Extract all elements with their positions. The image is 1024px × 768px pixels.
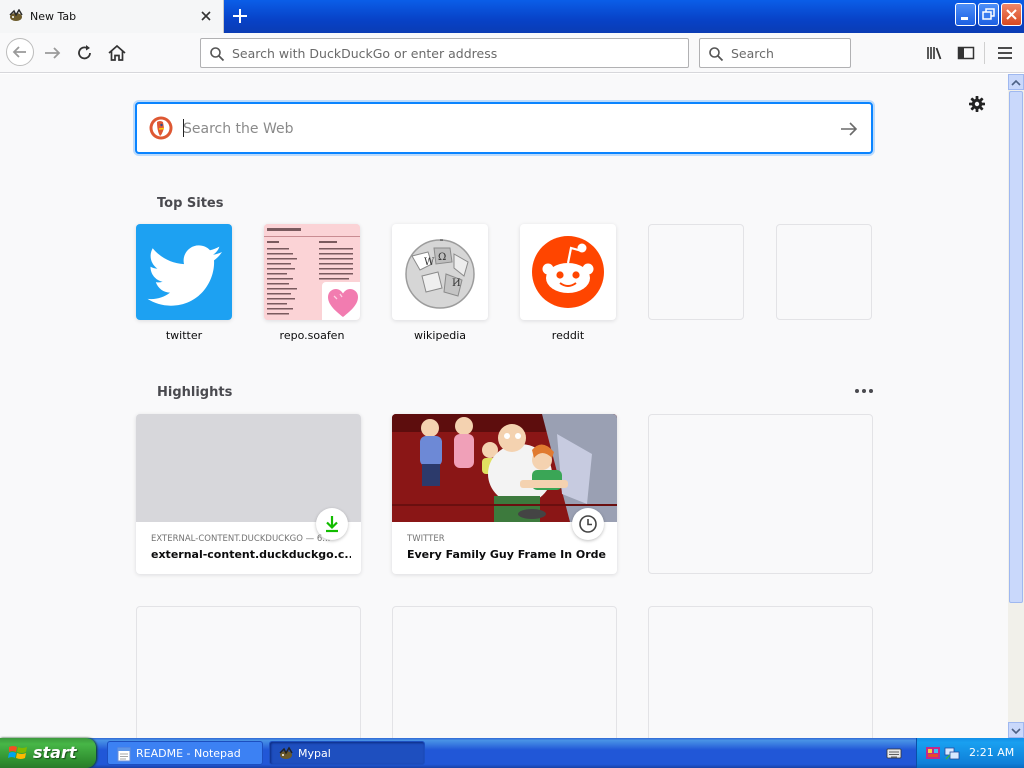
wikipedia-globe-icon: W Ω И xyxy=(405,239,475,309)
web-search-box[interactable] xyxy=(135,102,873,154)
home-button[interactable] xyxy=(104,40,130,66)
top-site-tile xyxy=(264,224,360,320)
tray-app-icon[interactable] xyxy=(925,745,941,761)
tab-new-tab[interactable]: New Tab xyxy=(0,0,224,33)
more-options-icon[interactable] xyxy=(853,383,875,399)
family-guy-frame-image xyxy=(392,414,617,522)
tab-title: New Tab xyxy=(30,10,77,23)
top-site-wikipedia[interactable]: W Ω И wikipedia xyxy=(392,224,488,342)
top-site-twitter[interactable]: twitter xyxy=(136,224,232,342)
navigation-toolbar xyxy=(0,33,1024,73)
mypal-icon xyxy=(9,9,23,21)
scroll-up-button[interactable] xyxy=(1008,74,1024,90)
repo-screenshot-thumbnail xyxy=(264,224,360,320)
reddit-alien-icon xyxy=(532,236,604,308)
top-site-placeholder xyxy=(648,224,744,320)
start-button[interactable]: start xyxy=(0,738,96,768)
arrow-right-icon[interactable] xyxy=(838,118,860,140)
top-site-label: reddit xyxy=(551,329,585,342)
top-site-label: twitter xyxy=(165,329,203,342)
highlight-card-download[interactable]: EXTERNAL-CONTENT.DUCKDUCKGO — 6... exter… xyxy=(136,414,361,574)
search-bar[interactable] xyxy=(699,38,851,68)
top-site-label: wikipedia xyxy=(413,329,466,342)
highlight-placeholder xyxy=(648,414,873,574)
svg-text:И: И xyxy=(452,278,461,289)
highlight-placeholder xyxy=(648,606,873,738)
top-site-label: repo.soafen xyxy=(279,329,345,342)
scroll-down-button[interactable] xyxy=(1008,722,1024,738)
close-tab-icon[interactable] xyxy=(198,8,214,24)
library-button[interactable] xyxy=(922,40,948,66)
mypal-icon xyxy=(279,746,293,759)
top-site-reddit[interactable]: reddit xyxy=(520,224,616,342)
address-bar[interactable] xyxy=(200,38,689,68)
toolbar-separator xyxy=(984,42,985,64)
minimize-button[interactable] xyxy=(955,3,976,26)
highlight-card-twitter[interactable]: TWITTER Every Family Guy Frame In Orde..… xyxy=(392,414,617,574)
taskbar-item-label: README - Notepad xyxy=(136,747,241,760)
twitter-bird-icon xyxy=(147,245,222,306)
top-sites-heading: Top Sites xyxy=(157,196,224,211)
search-icon xyxy=(709,47,724,62)
top-site-empty[interactable] xyxy=(648,224,744,329)
menu-button[interactable] xyxy=(992,40,1018,66)
highlight-context: EXTERNAL-CONTENT.DUCKDUCKGO — 6... xyxy=(151,534,331,544)
highlight-placeholder xyxy=(136,606,361,738)
scrollbar-thumb[interactable] xyxy=(1009,91,1023,603)
top-site-tile: W Ω И xyxy=(392,224,488,320)
reload-button[interactable] xyxy=(72,40,98,66)
vertical-scrollbar[interactable] xyxy=(1008,74,1024,738)
windows-taskbar: start README - Notepad Mypal 2:21 AM xyxy=(0,738,1024,768)
highlight-image-placeholder xyxy=(136,414,361,522)
windows-logo-icon xyxy=(8,746,27,759)
restore-button[interactable] xyxy=(978,3,999,26)
svg-text:W: W xyxy=(424,257,435,268)
text-caret xyxy=(183,119,184,137)
notepad-icon xyxy=(117,747,131,762)
close-window-button[interactable] xyxy=(1001,3,1022,26)
top-site-empty[interactable] xyxy=(776,224,872,329)
sidebar-button[interactable] xyxy=(953,40,979,66)
highlight-placeholder xyxy=(392,606,617,738)
highlights-heading: Highlights xyxy=(157,385,233,400)
clock: 2:21 AM xyxy=(969,746,1015,759)
svg-text:Ω: Ω xyxy=(438,252,446,263)
search-icon xyxy=(210,47,225,62)
taskbar-item-mypal[interactable]: Mypal xyxy=(269,741,425,765)
duckduckgo-logo-icon xyxy=(149,116,173,140)
top-site-repo-soafen[interactable]: repo.soafen xyxy=(264,224,360,342)
keyboard-icon[interactable] xyxy=(886,746,902,760)
gear-icon[interactable] xyxy=(967,94,987,114)
address-input[interactable] xyxy=(232,44,682,62)
highlight-title: Every Family Guy Frame In Orde... xyxy=(407,548,607,561)
back-button[interactable] xyxy=(6,38,34,66)
highlight-title: external-content.duckduckgo.c... xyxy=(151,548,351,561)
forward-button[interactable] xyxy=(40,40,66,66)
web-search-input[interactable] xyxy=(183,118,823,140)
network-icon[interactable] xyxy=(944,745,960,761)
taskbar-item-label: Mypal xyxy=(298,747,331,760)
top-site-placeholder xyxy=(776,224,872,320)
highlight-context: TWITTER xyxy=(407,534,445,544)
system-tray: 2:21 AM xyxy=(916,738,1024,768)
new-tab-page: Top Sites twitter xyxy=(0,74,1008,738)
top-site-tile xyxy=(520,224,616,320)
top-site-tile xyxy=(136,224,232,320)
search-input[interactable] xyxy=(731,44,843,62)
title-bar: New Tab xyxy=(0,0,1024,33)
start-label: start xyxy=(33,743,77,762)
new-tab-icon[interactable] xyxy=(230,6,250,26)
taskbar-item-notepad[interactable]: README - Notepad xyxy=(107,741,263,765)
